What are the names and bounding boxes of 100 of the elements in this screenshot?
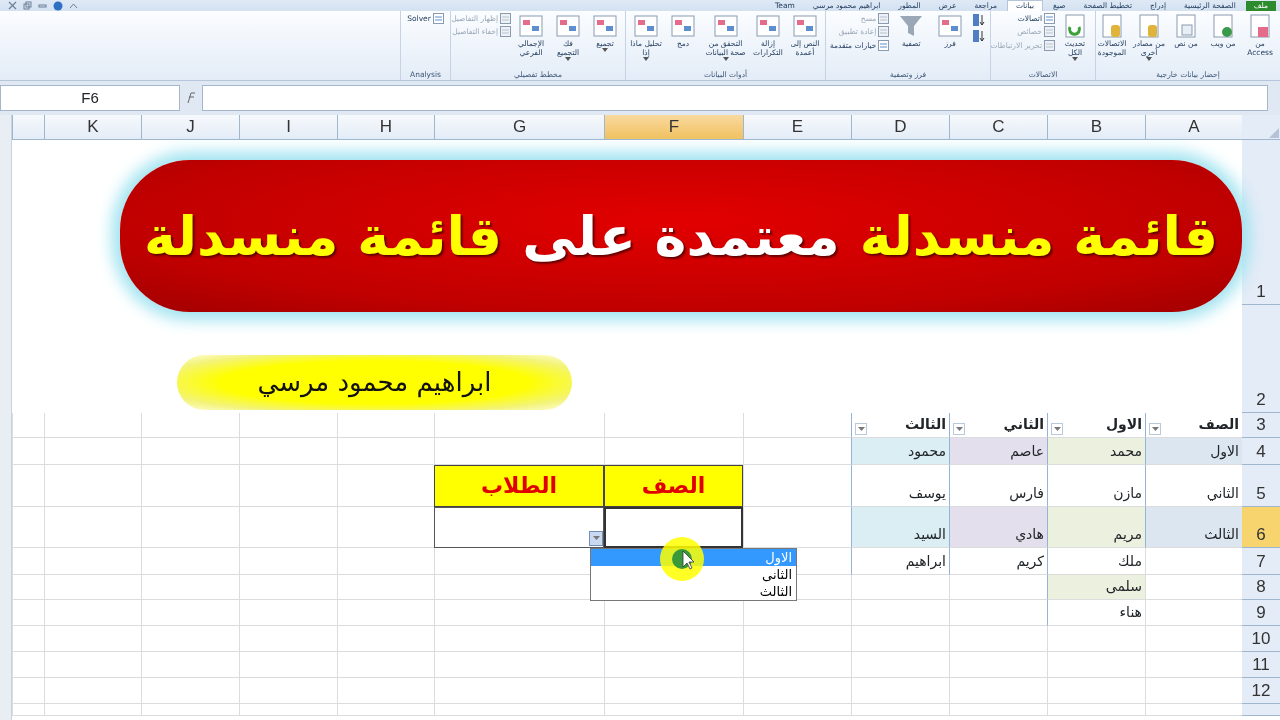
row-header[interactable] — [1242, 704, 1280, 716]
empty-cell[interactable] — [12, 575, 44, 600]
empty-cell[interactable] — [743, 413, 851, 438]
vertical-scrollbar[interactable] — [0, 115, 12, 720]
empty-cell[interactable] — [434, 704, 604, 716]
empty-cell[interactable] — [141, 600, 239, 626]
empty-cell[interactable] — [949, 626, 1047, 652]
empty-cell[interactable] — [141, 465, 239, 507]
empty-cell[interactable] — [239, 465, 337, 507]
empty-cell[interactable] — [44, 548, 141, 575]
empty-cell[interactable] — [141, 678, 239, 704]
empty-cell[interactable] — [239, 678, 337, 704]
empty-cell[interactable] — [141, 507, 239, 548]
empty-cell[interactable] — [337, 548, 434, 575]
empty-cell[interactable] — [12, 652, 44, 678]
empty-cell[interactable] — [44, 507, 141, 548]
empty-cell[interactable] — [141, 704, 239, 716]
empty-cell[interactable] — [743, 704, 851, 716]
empty-cell[interactable] — [141, 548, 239, 575]
row-header[interactable]: 4 — [1242, 438, 1280, 465]
empty-cell[interactable] — [743, 678, 851, 704]
empty-cell[interactable] — [12, 438, 44, 465]
row-header[interactable]: 1 — [1242, 140, 1280, 305]
filter-button[interactable] — [953, 423, 965, 435]
column-header[interactable]: B — [1047, 115, 1145, 140]
row-header[interactable]: 7 — [1242, 548, 1280, 575]
column-header[interactable]: A — [1145, 115, 1242, 140]
empty-cell[interactable] — [12, 704, 44, 716]
empty-cell[interactable] — [949, 704, 1047, 716]
empty-cell[interactable] — [141, 438, 239, 465]
empty-cell[interactable] — [12, 413, 44, 438]
empty-cell[interactable] — [239, 507, 337, 548]
name-box[interactable]: F6 — [0, 85, 180, 111]
column-header[interactable]: K — [44, 115, 141, 140]
empty-cell[interactable] — [851, 704, 949, 716]
empty-cell[interactable] — [44, 413, 141, 438]
sort-button[interactable] — [972, 13, 987, 27]
row-header[interactable]: 10 — [1242, 626, 1280, 652]
empty-cell[interactable] — [239, 548, 337, 575]
empty-cell[interactable] — [44, 626, 141, 652]
row-header[interactable]: 3 — [1242, 413, 1280, 438]
empty-cell[interactable] — [434, 413, 604, 438]
empty-cell[interactable] — [239, 600, 337, 626]
empty-cell[interactable] — [141, 575, 239, 600]
column-header[interactable]: I — [239, 115, 337, 140]
empty-cell[interactable] — [434, 652, 604, 678]
filter-button[interactable] — [1149, 423, 1161, 435]
empty-cell[interactable] — [337, 600, 434, 626]
row-header[interactable]: 9 — [1242, 600, 1280, 626]
empty-cell[interactable] — [434, 438, 604, 465]
empty-cell[interactable] — [141, 626, 239, 652]
column-header[interactable]: C — [949, 115, 1047, 140]
empty-cell[interactable] — [12, 465, 44, 507]
column-header[interactable]: J — [141, 115, 239, 140]
empty-cell[interactable] — [12, 626, 44, 652]
empty-cell[interactable] — [604, 652, 743, 678]
empty-cell[interactable] — [239, 413, 337, 438]
empty-cell[interactable] — [949, 652, 1047, 678]
empty-cell[interactable] — [12, 678, 44, 704]
empty-cell[interactable] — [851, 678, 949, 704]
empty-cell[interactable] — [604, 438, 743, 465]
empty-cell[interactable] — [337, 652, 434, 678]
empty-cell[interactable] — [239, 704, 337, 716]
empty-cell[interactable] — [851, 652, 949, 678]
empty-cell[interactable] — [604, 678, 743, 704]
empty-cell[interactable] — [239, 626, 337, 652]
empty-cell[interactable] — [141, 413, 239, 438]
column-header[interactable]: G — [434, 115, 604, 140]
empty-cell[interactable] — [239, 575, 337, 600]
sort-button[interactable] — [972, 29, 987, 43]
row-header[interactable]: 5 — [1242, 465, 1280, 507]
row-header[interactable]: 2 — [1242, 305, 1280, 413]
column-header[interactable]: H — [337, 115, 434, 140]
empty-cell[interactable] — [743, 626, 851, 652]
empty-cell[interactable] — [949, 678, 1047, 704]
active-cell[interactable] — [604, 507, 743, 548]
empty-cell[interactable] — [337, 413, 434, 438]
empty-cell[interactable] — [604, 626, 743, 652]
empty-cell[interactable] — [604, 413, 743, 438]
row-header[interactable]: 11 — [1242, 652, 1280, 678]
empty-cell[interactable] — [44, 465, 141, 507]
row-header[interactable]: 6 — [1242, 507, 1280, 548]
dropdown-button[interactable] — [589, 531, 603, 546]
empty-cell[interactable] — [141, 652, 239, 678]
row-header[interactable]: 8 — [1242, 575, 1280, 600]
empty-cell[interactable] — [949, 600, 1047, 626]
column-header[interactable] — [12, 115, 44, 140]
empty-cell[interactable] — [44, 704, 141, 716]
empty-cell[interactable] — [12, 548, 44, 575]
empty-cell[interactable] — [851, 575, 949, 600]
input-cell[interactable] — [434, 507, 604, 548]
formula-input[interactable] — [202, 85, 1268, 111]
empty-cell[interactable] — [851, 600, 949, 626]
empty-cell[interactable] — [12, 600, 44, 626]
empty-cell[interactable] — [44, 575, 141, 600]
empty-cell[interactable] — [337, 438, 434, 465]
empty-cell[interactable] — [743, 652, 851, 678]
empty-cell[interactable] — [1047, 626, 1145, 652]
empty-cell[interactable] — [44, 438, 141, 465]
empty-cell[interactable] — [12, 507, 44, 548]
